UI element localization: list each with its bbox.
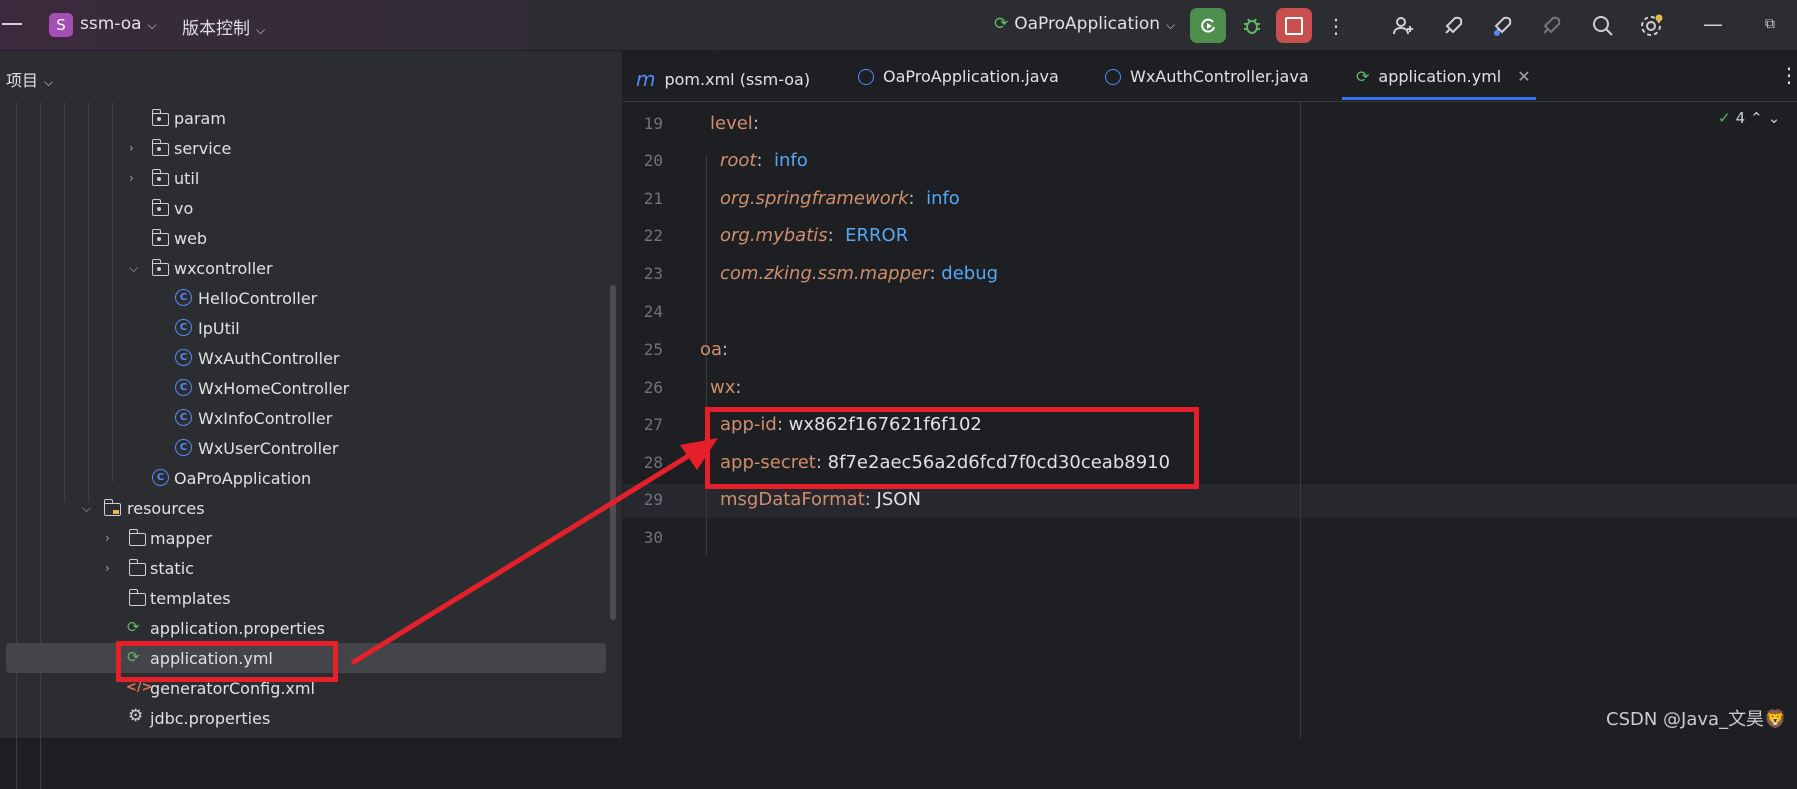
annotation-arrow [350, 438, 718, 666]
watermark: CSDN @Java_文昊🦁 [1606, 709, 1787, 730]
